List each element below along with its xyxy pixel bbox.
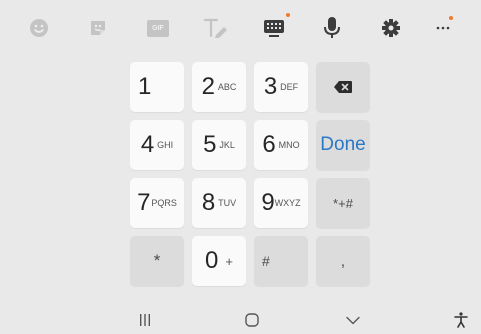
key-7-digit: 7	[137, 189, 150, 216]
key-9-digit: 9	[261, 189, 274, 216]
key-0-plus: +	[225, 253, 233, 269]
more-notification-dot	[449, 16, 453, 20]
key-7[interactable]: 7 PQRS	[130, 178, 184, 228]
key-0-digit: 0	[205, 247, 218, 274]
key-6-letters: MNO	[278, 140, 300, 150]
key-2-letters: ABC	[217, 82, 237, 92]
key-2[interactable]: 2 ABC	[192, 62, 246, 112]
key-6-digit: 6	[262, 131, 275, 158]
key-3[interactable]: 3 DEF	[254, 62, 308, 112]
settings-icon[interactable]	[377, 14, 405, 42]
key-1[interactable]: 1	[130, 62, 184, 112]
home-icon[interactable]	[243, 310, 261, 330]
gif-icon[interactable]: GIF	[144, 14, 172, 42]
key-9[interactable]: 9 WXYZ	[254, 178, 308, 228]
done-label: Done	[320, 134, 366, 155]
navigation-bar	[0, 306, 481, 334]
recents-icon[interactable]	[137, 310, 153, 330]
key-3-digit: 3	[263, 73, 277, 100]
comma-label: ,	[340, 252, 346, 270]
key-9-letters: WXYZ	[274, 198, 301, 208]
gif-label: GIF	[152, 24, 164, 32]
key-8-digit: 8	[201, 189, 215, 216]
sticker-icon[interactable]	[84, 14, 112, 42]
handwriting-icon[interactable]	[202, 14, 230, 42]
key-5-digit: 5	[203, 131, 216, 158]
accessibility-icon[interactable]	[452, 310, 470, 330]
key-6[interactable]: 6 MNO	[254, 120, 308, 170]
keyboard-toolbar: GIF	[0, 0, 481, 56]
keyboard-icon[interactable]	[260, 13, 290, 42]
microphone-icon[interactable]	[318, 14, 346, 42]
key-4-digit: 4	[140, 131, 154, 158]
key-3-letters: DEF	[280, 82, 299, 92]
symbols-label: *+#	[333, 195, 353, 211]
symbols-key[interactable]: *+#	[316, 178, 370, 228]
backspace-key[interactable]	[316, 62, 370, 112]
key-0[interactable]: 0 +	[192, 236, 246, 286]
done-key[interactable]: Done	[316, 120, 370, 170]
back-icon[interactable]	[344, 310, 362, 330]
keyboard-notification-dot	[286, 13, 290, 17]
more-icon[interactable]	[429, 14, 457, 42]
key-8[interactable]: 8 TUV	[192, 178, 246, 228]
key-5[interactable]: 5 JKL	[192, 120, 246, 170]
emoji-icon[interactable]	[25, 14, 53, 42]
backspace-icon	[334, 81, 352, 93]
asterisk-label: *	[153, 251, 161, 270]
hash-label: #	[262, 253, 270, 269]
comma-key[interactable]: ,	[316, 236, 370, 286]
key-2-digit: 2	[201, 73, 215, 100]
key-4-letters: GHI	[157, 140, 174, 150]
asterisk-key[interactable]: *	[130, 236, 184, 286]
key-4[interactable]: 4 GHI	[130, 120, 184, 170]
key-5-letters: JKL	[219, 140, 235, 150]
key-8-letters: TUV	[218, 198, 237, 208]
key-1-digit: 1	[138, 73, 151, 100]
key-7-letters: PQRS	[151, 198, 177, 208]
hash-key[interactable]: #	[254, 236, 308, 286]
